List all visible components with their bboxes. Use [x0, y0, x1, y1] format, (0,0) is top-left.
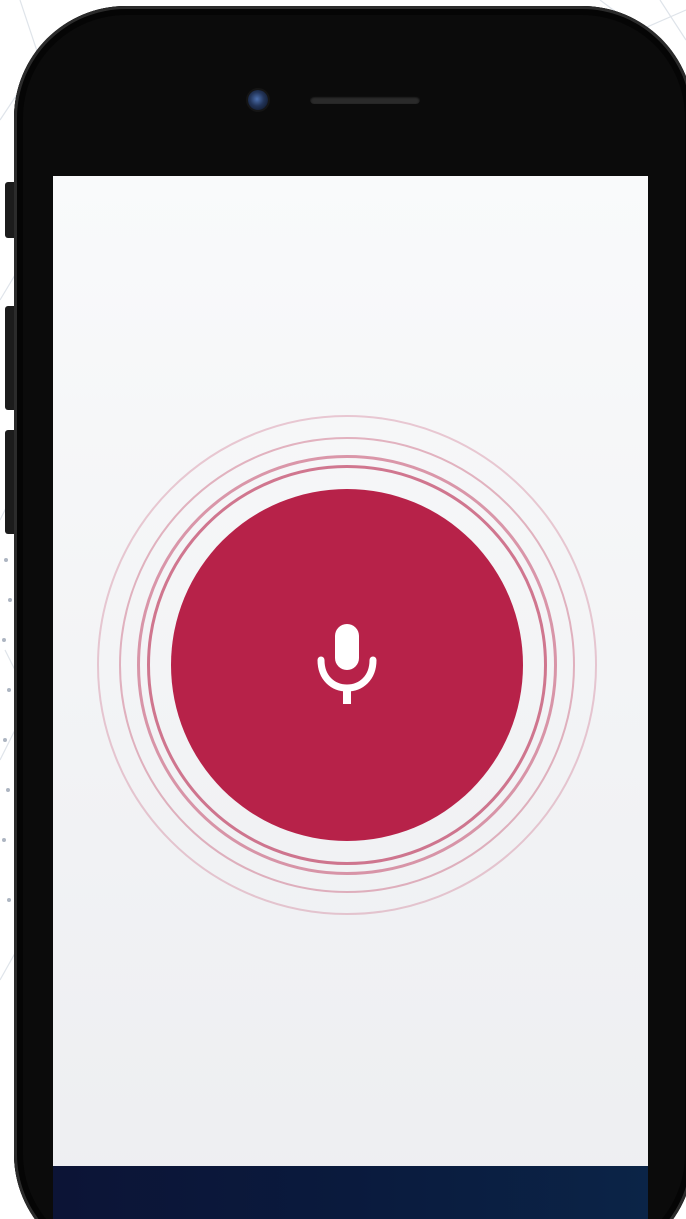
device-stage: [0, 0, 686, 1219]
phone-screen: [53, 176, 648, 1219]
bottom-navigation-bar: [53, 1166, 648, 1219]
earpiece-speaker: [310, 96, 420, 104]
microphone-icon: [317, 624, 377, 704]
voice-input-area: [53, 176, 648, 1219]
microphone-button[interactable]: [171, 489, 523, 841]
front-camera: [248, 90, 268, 110]
